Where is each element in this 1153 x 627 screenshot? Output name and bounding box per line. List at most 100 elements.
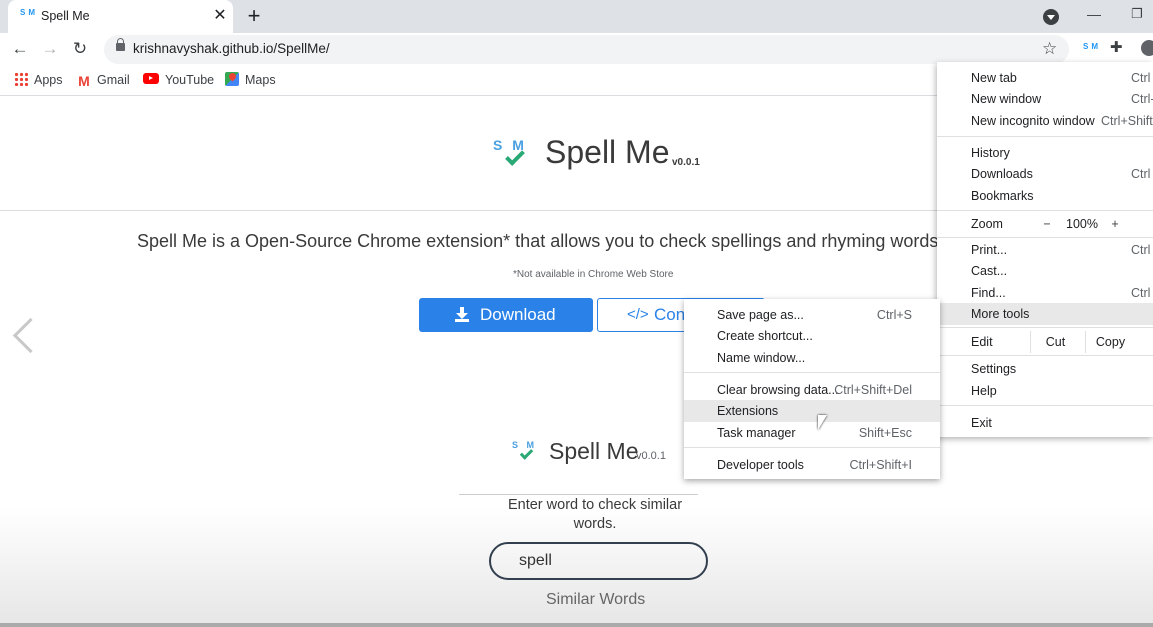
menu-item-shortcut: Ctrl	[1131, 167, 1151, 181]
popup-logo: S M	[512, 440, 542, 466]
submenu-item-clear-browsing[interactable]: Clear browsing data... Ctrl+Shift+Del	[684, 379, 940, 401]
menu-item-history[interactable]: History	[937, 142, 1153, 164]
cut-button[interactable]: Cut	[1030, 331, 1080, 353]
tab-close-icon[interactable]: ✕	[211, 7, 229, 25]
availability-note: *Not available in Chrome Web Store	[513, 269, 674, 280]
maps-icon	[225, 72, 239, 86]
menu-item-label: More tools	[971, 307, 1030, 321]
bookmark-star-icon[interactable]: ☆	[1042, 39, 1057, 59]
menu-separator	[937, 405, 1153, 406]
submenu-item-save-page[interactable]: Save page as... Ctrl+S	[684, 304, 940, 326]
menu-item-label: Zoom	[971, 217, 1003, 231]
contribute-label: Con	[654, 305, 686, 324]
menu-item-new-tab[interactable]: New tab Ctrl	[937, 67, 1153, 89]
menu-item-zoom: Zoom − 100% +	[937, 213, 1153, 235]
submenu-separator	[684, 372, 940, 373]
submenu-item-label: Name window...	[717, 351, 806, 365]
menu-item-settings[interactable]: Settings	[937, 358, 1153, 380]
bookmark-label: YouTube	[165, 73, 215, 87]
address-bar[interactable]: krishnavyshak.github.io/SpellMe/ ☆	[104, 35, 1069, 64]
bookmark-label: Gmail	[97, 73, 130, 87]
submenu-item-label: Extensions	[717, 404, 779, 418]
youtube-icon	[143, 73, 159, 84]
bookmark-apps[interactable]: Apps	[14, 71, 63, 89]
submenu-item-name-window[interactable]: Name window...	[684, 347, 940, 369]
bookmark-maps[interactable]: Maps	[225, 71, 276, 89]
carousel-prev-icon[interactable]	[8, 315, 38, 361]
profile-avatar-icon[interactable]	[1141, 40, 1153, 56]
word-input[interactable]	[489, 542, 708, 580]
forward-arrow-icon[interactable]: →	[40, 39, 60, 59]
menu-separator	[937, 237, 1153, 238]
menu-item-bookmarks[interactable]: Bookmarks	[937, 185, 1153, 207]
lock-icon[interactable]	[116, 38, 125, 51]
menu-item-label: Settings	[971, 362, 1017, 376]
menu-item-label: History	[971, 146, 1010, 160]
menu-item-downloads[interactable]: Downloads Ctrl	[937, 163, 1153, 185]
menu-item-more-tools[interactable]: More tools	[937, 303, 1153, 325]
toolbar: ← → ↻ krishnavyshak.github.io/SpellMe/ ☆…	[0, 33, 1153, 65]
submenu-item-developer-tools[interactable]: Developer tools Ctrl+Shift+I	[684, 454, 940, 476]
menu-item-label: New incognito window	[971, 114, 1095, 128]
menu-separator	[937, 355, 1153, 356]
minimize-icon[interactable]: —	[1084, 6, 1104, 24]
submenu-item-label: Developer tools	[717, 458, 804, 472]
menu-item-label: New window	[971, 92, 1042, 106]
bookmark-label: Apps	[34, 73, 63, 87]
zoom-in-button[interactable]: +	[1105, 213, 1125, 235]
zoom-out-button[interactable]: −	[1037, 213, 1057, 235]
code-icon: </>	[627, 306, 649, 323]
menu-item-cast[interactable]: Cast...	[937, 260, 1153, 282]
bookmark-label: Maps	[245, 73, 276, 87]
download-label: Download	[480, 305, 556, 324]
restore-icon[interactable]: ❐	[1127, 6, 1147, 24]
download-button[interactable]: Download	[419, 298, 593, 332]
new-tab-button[interactable]: +	[244, 5, 264, 27]
tab-spell-me[interactable]: SM Spell Me ✕	[8, 0, 233, 33]
url-text[interactable]: krishnavyshak.github.io/SpellMe/	[133, 41, 330, 56]
menu-item-shortcut: Ctrl-	[1131, 92, 1153, 106]
menu-item-shortcut: Ctrl+Shift-	[1101, 114, 1153, 128]
mouse-cursor-icon	[818, 415, 827, 430]
extensions-puzzle-icon[interactable]: ✚	[1110, 38, 1123, 56]
tab-strip: SM Spell Me ✕ + — ❐	[0, 0, 1153, 33]
menu-item-exit[interactable]: Exit	[937, 412, 1153, 434]
menu-item-label: Bookmarks	[971, 189, 1034, 203]
bookmark-youtube[interactable]: YouTube	[143, 71, 214, 89]
reload-icon[interactable]: ↻	[70, 39, 90, 59]
submenu-item-task-manager[interactable]: Task manager Shift+Esc	[684, 422, 940, 444]
submenu-item-shortcut: Ctrl+S	[876, 308, 912, 322]
back-arrow-icon[interactable]: ←	[10, 39, 30, 59]
menu-item-find[interactable]: Find... Ctrl	[937, 282, 1153, 304]
menu-item-new-incognito[interactable]: New incognito window Ctrl+Shift-	[937, 110, 1153, 132]
menu-item-label: Help	[971, 384, 997, 398]
menu-item-shortcut: Ctrl	[1131, 286, 1151, 300]
spell-me-extension-icon[interactable]: SM	[1083, 42, 1101, 51]
submenu-item-create-shortcut[interactable]: Create shortcut...	[684, 325, 940, 347]
tab-search-icon[interactable]	[1043, 9, 1059, 25]
submenu-item-label: Clear browsing data...	[717, 383, 839, 397]
popup-prompt: Enter word to check similar words.	[507, 497, 683, 532]
menu-item-new-window[interactable]: New window Ctrl-	[937, 88, 1153, 110]
submenu-item-extensions[interactable]: Extensions	[684, 400, 940, 422]
submenu-item-shortcut: Shift+Esc	[858, 426, 912, 440]
menu-item-label: Find...	[971, 286, 1006, 300]
gmail-icon: M	[78, 73, 90, 89]
bookmark-gmail[interactable]: M Gmail	[77, 71, 130, 89]
submenu-item-shortcut: Ctrl+Shift+I	[849, 458, 912, 472]
menu-separator	[937, 327, 1153, 328]
page-title: Spell Me	[545, 134, 670, 170]
submenu-item-shortcut: Ctrl+Shift+Del	[834, 383, 912, 397]
menu-item-label: Exit	[971, 416, 992, 430]
tab-favicon-icon: SM	[20, 8, 38, 17]
version-label: v0.0.1	[672, 157, 700, 168]
menu-separator	[937, 210, 1153, 211]
apps-grid-icon	[14, 72, 28, 86]
copy-button[interactable]: Copy	[1085, 331, 1135, 353]
menu-item-label: New tab	[971, 71, 1017, 85]
description-text: Spell Me is a Open-Source Chrome extensi…	[137, 231, 954, 251]
menu-item-print[interactable]: Print... Ctrl	[937, 239, 1153, 261]
menu-item-label: Downloads	[971, 167, 1033, 181]
menu-item-shortcut: Ctrl	[1131, 243, 1151, 257]
menu-item-help[interactable]: Help	[937, 380, 1153, 402]
